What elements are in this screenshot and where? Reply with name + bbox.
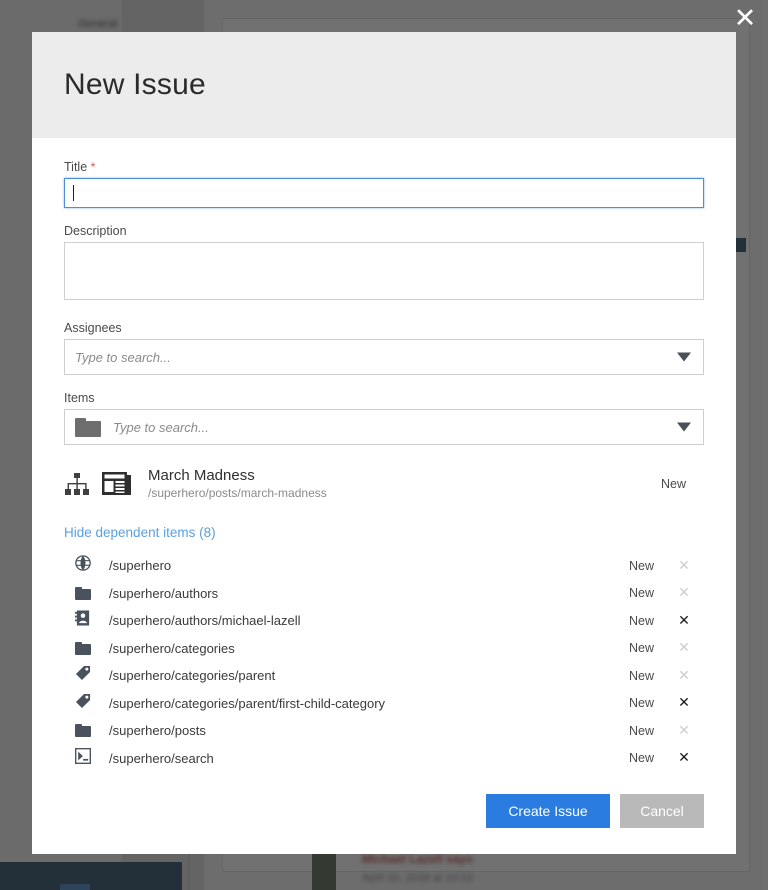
dependent-item-status: New — [628, 751, 654, 766]
title-input[interactable] — [64, 178, 704, 208]
dependent-item-row: /superhero/categories New ✕ — [64, 635, 704, 663]
dependent-item-status: New — [628, 613, 654, 628]
dependent-item-status: New — [628, 668, 654, 683]
dependent-item-path: /superhero/posts — [109, 723, 206, 739]
dependent-item-path: /superhero/categories/parent/first-child… — [109, 695, 386, 711]
remove-dependent-item-icon: ✕ — [678, 585, 690, 602]
folder-icon — [74, 641, 91, 655]
create-issue-button[interactable]: Create Issue — [486, 794, 610, 828]
selected-item-text: March Madness /superhero/posts/march-mad… — [148, 467, 661, 502]
dependent-item-row: /superhero/categories/parent/first-child… — [64, 690, 704, 718]
field-items: Items Type to search... — [64, 391, 704, 445]
selected-item-title: March Madness — [148, 466, 255, 484]
selected-item-path: /superhero/posts/march-madness — [148, 485, 327, 500]
text-caret — [73, 185, 74, 201]
dependent-item-icon — [74, 747, 91, 769]
dialog-footer: Create Issue Cancel — [32, 794, 736, 854]
selected-item-status: New — [660, 477, 686, 491]
title-input-wrap — [64, 178, 704, 208]
field-title: Title * — [64, 160, 704, 208]
selected-item-row: March Madness /superhero/posts/march-mad… — [64, 463, 704, 505]
assignees-placeholder: Type to search... — [75, 349, 171, 365]
dependent-item-icon — [74, 693, 91, 714]
cancel-button[interactable]: Cancel — [620, 794, 704, 828]
dependent-item-status: New — [628, 586, 654, 601]
remove-dependent-item-icon: ✕ — [678, 722, 690, 739]
globe-icon — [74, 555, 91, 576]
dependent-item-row: /superhero New ✕ — [64, 552, 704, 580]
page-title: New Issue — [64, 68, 206, 101]
dependent-item-status: New — [628, 641, 654, 656]
assignees-label: Assignees — [64, 321, 122, 335]
chevron-down-icon[interactable] — [677, 352, 691, 362]
new-issue-dialog: New Issue Title * Description Assignees … — [32, 32, 736, 854]
dependent-item-icon — [74, 610, 91, 631]
remove-dependent-item-icon: ✕ — [678, 557, 690, 574]
dependent-item-path: /superhero — [109, 558, 172, 574]
dependent-item-icon — [74, 555, 91, 576]
folder-icon — [74, 724, 91, 738]
tag-icon — [75, 665, 91, 686]
dependent-item-row: /superhero/search New ✕ — [64, 745, 704, 773]
dependent-item-path: /superhero/search — [109, 750, 214, 766]
dependent-item-row: /superhero/authors New ✕ — [64, 580, 704, 608]
items-label: Items — [64, 391, 95, 405]
title-label-text: Title — [64, 160, 88, 174]
close-icon[interactable]: ✕ — [728, 2, 762, 36]
dependent-items-list: /superhero New ✕/superhero/authors New ✕/sup… — [64, 552, 704, 772]
article-icon — [102, 471, 132, 497]
dependent-item-row: /superhero/posts New ✕ — [64, 717, 704, 745]
dependent-item-icon — [74, 665, 91, 686]
dependent-item-icon — [74, 722, 91, 739]
remove-dependent-item-icon: ✕ — [678, 640, 690, 657]
contact-icon — [74, 610, 91, 631]
folder-icon — [75, 417, 101, 437]
items-placeholder: Type to search... — [113, 419, 209, 435]
title-label: Title * — [64, 160, 704, 174]
description-label: Description — [64, 224, 127, 238]
dependent-item-row: /superhero/authors/michael-lazell New ✕ — [64, 607, 704, 635]
remove-dependent-item-icon[interactable]: ✕ — [676, 695, 692, 711]
dependent-item-path: /superhero/authors — [109, 585, 219, 601]
dependent-item-icon — [74, 640, 91, 657]
description-textarea[interactable] — [64, 242, 704, 300]
chevron-down-icon[interactable] — [677, 422, 691, 432]
remove-dependent-item-icon[interactable]: ✕ — [676, 613, 692, 629]
dependent-item-status: New — [628, 696, 654, 711]
dependent-item-row: /superhero/categories/parent New ✕ — [64, 662, 704, 690]
search-icon — [74, 747, 91, 769]
dependent-item-status: New — [628, 723, 654, 738]
dependent-item-status: New — [628, 558, 654, 573]
field-description: Description — [64, 224, 704, 305]
dependent-item-icon — [74, 585, 91, 602]
remove-dependent-item-icon: ✕ — [678, 667, 690, 684]
tag-icon — [75, 693, 91, 714]
dialog-header: New Issue — [32, 32, 736, 138]
dependent-item-path: /superhero/categories/parent — [109, 668, 276, 684]
dialog-body: Title * Description Assignees Type to se… — [32, 138, 736, 794]
folder-icon — [74, 586, 91, 600]
toggle-dependent-items-link[interactable]: Hide dependent items (8) — [64, 525, 216, 540]
sitemap-icon — [64, 471, 90, 497]
assignees-select[interactable]: Type to search... — [64, 339, 704, 375]
dependent-item-path: /superhero/categories — [109, 640, 235, 656]
dependent-item-path: /superhero/authors/michael-lazell — [109, 613, 301, 629]
required-marker: * — [90, 160, 96, 174]
remove-dependent-item-icon[interactable]: ✕ — [676, 750, 692, 766]
field-assignees: Assignees Type to search... — [64, 321, 704, 375]
items-select[interactable]: Type to search... — [64, 409, 704, 445]
